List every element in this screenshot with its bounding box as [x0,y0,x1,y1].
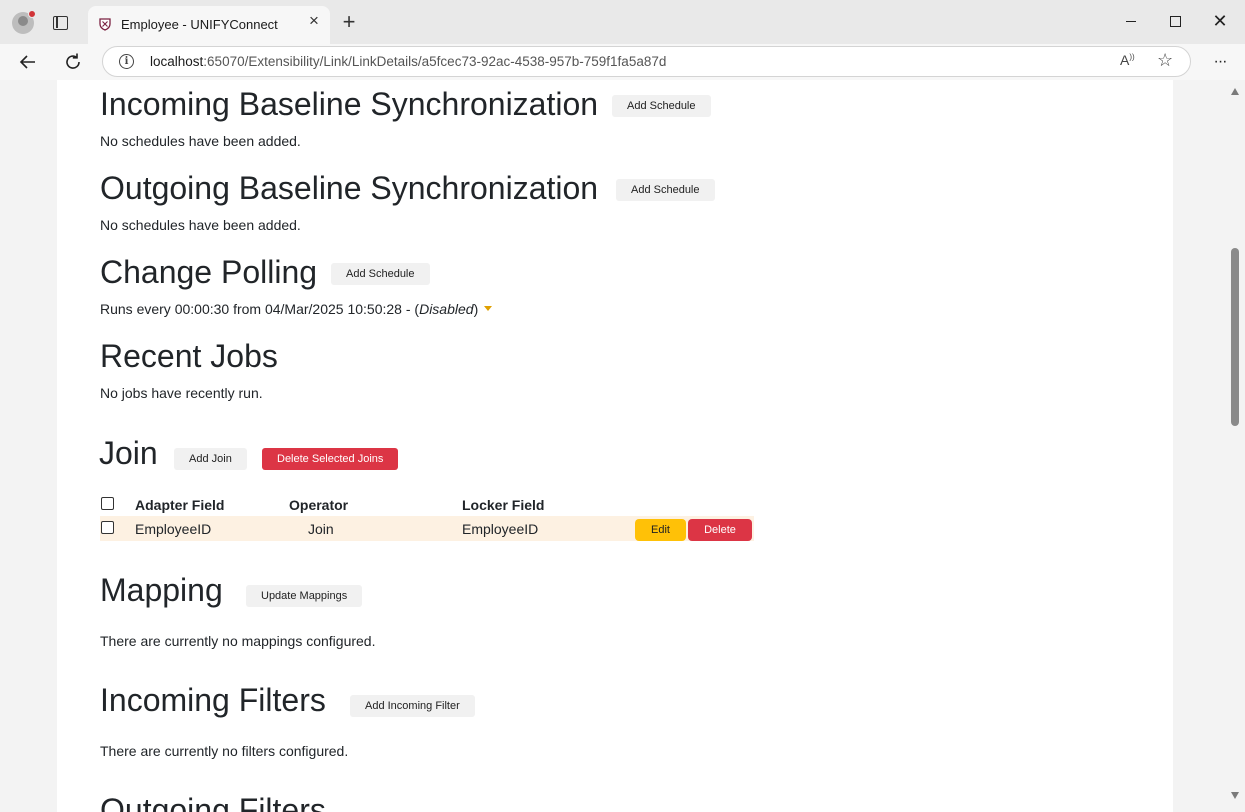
back-arrow-icon[interactable] [16,50,40,74]
add-join-button[interactable]: Add Join [174,448,247,470]
outgoing-filters-heading: Outgoing Filters [100,792,326,812]
new-tab-icon[interactable]: + [338,11,360,34]
incoming-baseline-message: No schedules have been added. [100,133,301,149]
outgoing-baseline-heading: Outgoing Baseline Synchronization [100,170,599,206]
column-header-operator: Operator [289,497,349,513]
join-row-adapter-field: EmployeeID [135,521,212,537]
read-aloud-icon[interactable]: A)) [1120,52,1135,68]
tab-close-icon[interactable]: × [306,12,322,29]
incoming-baseline-add-schedule-button[interactable]: Add Schedule [612,95,711,117]
scroll-up-arrow-icon[interactable] [1231,88,1239,95]
schedule-status: Disabled [419,301,474,317]
scroll-down-arrow-icon[interactable] [1231,792,1239,799]
update-mappings-button[interactable]: Update Mappings [246,585,363,607]
recent-jobs-heading: Recent Jobs [100,338,278,374]
column-header-locker-field: Locker Field [462,497,545,513]
incoming-filters-message: There are currently no filters configure… [100,743,349,759]
tab-title: Employee - UNIFYConnect [121,17,278,32]
column-header-adapter-field: Adapter Field [135,497,225,513]
outgoing-baseline-add-schedule-button[interactable]: Add Schedule [616,179,715,201]
change-polling-heading: Change Polling [100,254,318,290]
select-all-joins-checkbox[interactable] [101,497,114,510]
page-scrollbar[interactable] [1226,80,1245,812]
reload-icon[interactable] [61,50,85,74]
join-row-delete-button[interactable]: Delete [688,519,752,541]
page-viewport: Incoming Baseline Synchronization Add Sc… [0,80,1245,812]
browser-menu-icon[interactable]: ··· [1208,50,1232,74]
site-info-icon[interactable]: i [119,54,134,69]
url-host: localhost [150,54,204,69]
join-row-operator: Join [308,521,334,537]
outgoing-baseline-message: No schedules have been added. [100,217,301,233]
recent-jobs-message: No jobs have recently run. [100,385,263,401]
join-row-locker-field: EmployeeID [462,521,539,537]
delete-selected-joins-button[interactable]: Delete Selected Joins [262,448,399,470]
site-favicon-icon [99,18,111,31]
url-path: :65070/Extensibility/Link/LinkDetails/a5… [203,54,667,69]
favorite-star-icon[interactable]: ☆ [1157,50,1173,71]
tab-actions-icon[interactable] [53,16,68,30]
schedule-dropdown-caret-icon[interactable] [484,306,493,311]
add-incoming-filter-button[interactable]: Add Incoming Filter [350,695,475,717]
window-close-icon[interactable]: ✕ [1208,10,1232,32]
browser-tab-active[interactable]: Employee - UNIFYConnect × [88,6,330,44]
join-heading: Join [99,435,158,471]
change-polling-schedule: Runs every 00:00:30 from 04/Mar/2025 10:… [100,300,493,318]
incoming-filters-heading: Incoming Filters [100,682,326,718]
schedule-suffix: ) [473,301,479,317]
incoming-baseline-heading: Incoming Baseline Synchronization [100,86,599,122]
mapping-heading: Mapping [100,572,223,608]
join-row-edit-button[interactable]: Edit [635,519,686,541]
address-bar[interactable]: i localhost:65070/Extensibility/Link/Lin… [102,46,1191,77]
profile-notification-badge [28,10,36,18]
window-maximize-icon[interactable] [1163,10,1187,32]
browser-titlebar: Employee - UNIFYConnect × + ✕ [0,0,1245,44]
change-polling-add-schedule-button[interactable]: Add Schedule [331,263,430,285]
browser-toolbar: i localhost:65070/Extensibility/Link/Lin… [0,44,1245,80]
window-minimize-icon[interactable] [1119,10,1143,32]
join-row-checkbox[interactable] [101,521,114,534]
mapping-message: There are currently no mappings configur… [100,633,376,649]
schedule-text: Runs every 00:00:30 from 04/Mar/2025 10:… [100,301,420,317]
url-text[interactable]: localhost:65070/Extensibility/Link/LinkD… [150,54,666,69]
scrollbar-thumb[interactable] [1231,248,1239,426]
